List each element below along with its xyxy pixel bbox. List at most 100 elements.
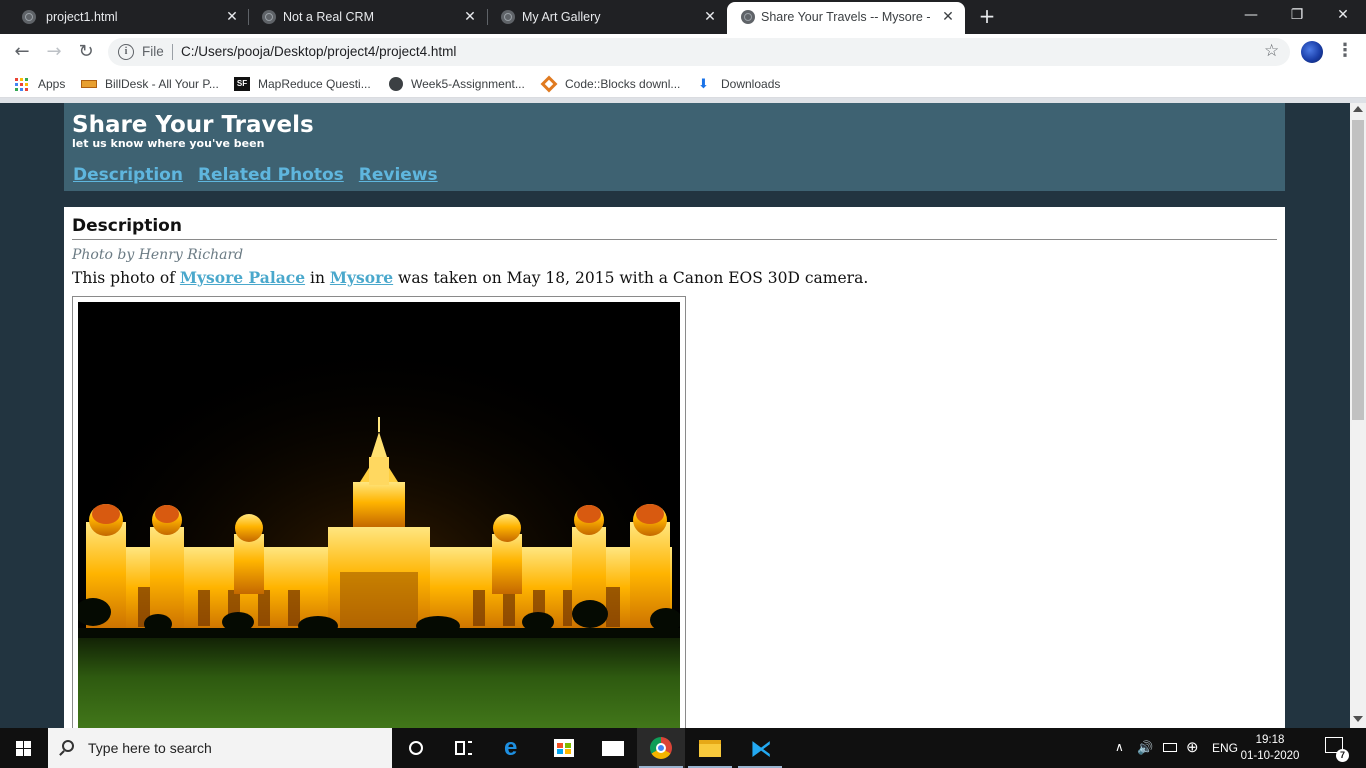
globe-icon [741,10,755,24]
bookmark-downloads[interactable]: ⬇ Downloads [698,76,780,92]
bookmark-apps[interactable]: Apps [15,76,65,92]
info-icon[interactable]: i [118,44,134,60]
tab-label: Share Your Travels -- Mysore - Cr [761,10,931,24]
tab-project1[interactable]: project1.html ✕ [8,0,248,34]
site-nav: Description Related Photos Reviews [73,165,438,185]
download-icon: ⬇ [698,76,709,91]
new-tab-button[interactable]: + [976,5,998,27]
bookmarks-bar: Apps BillDesk - All Your P... SF MapRedu… [0,70,1366,98]
vscode-app[interactable]: ⧔ [736,728,784,768]
menu-icon[interactable]: ⋮ [1336,40,1354,61]
maximize-button[interactable]: ❐ [1274,0,1320,30]
mail-app[interactable] [589,728,637,768]
tab-close-icon[interactable]: ✕ [462,8,478,24]
chrome-app[interactable] [637,728,685,768]
bookmark-star-icon[interactable]: ☆ [1264,41,1279,61]
minimize-button[interactable]: — [1228,0,1274,30]
url-text[interactable]: C:/Users/pooja/Desktop/project4/project4… [181,44,456,59]
nav-link-reviews[interactable]: Reviews [359,165,438,185]
store-icon [554,739,574,757]
edge-icon: e [504,734,518,761]
globe-icon [389,77,403,91]
cortana-icon [409,741,423,755]
section-heading: Description [72,215,1277,240]
tab-share-your-travels[interactable]: Share Your Travels -- Mysore - Cr ✕ [727,2,965,34]
bookmark-week5[interactable]: Week5-Assignment... [389,76,525,92]
bookmark-label: BillDesk - All Your P... [105,77,219,91]
folder-icon [699,740,721,757]
desc-text: This photo of [72,269,180,287]
main-content: Description Photo by Henry Richard This … [64,207,1285,728]
tab-art-gallery[interactable]: My Art Gallery ✕ [487,0,727,34]
globe-icon [262,10,276,24]
tab-label: project1.html [46,10,118,24]
tab-crm[interactable]: Not a Real CRM ✕ [248,0,488,34]
nav-link-description[interactable]: Description [73,165,183,185]
site-title: Share Your Travels [72,112,314,138]
browser-toolbar: ← → ↻ i File C:/Users/pooja/Desktop/proj… [0,34,1366,70]
bookmark-mapreduce[interactable]: SF MapReduce Questi... [234,76,371,92]
volume-icon[interactable]: 🔊 [1137,740,1153,756]
link-mysore[interactable]: Mysore [330,268,393,287]
search-icon [62,740,74,752]
page-scrollbar[interactable] [1350,103,1366,728]
vscode-icon: ⧔ [750,737,772,762]
scroll-thumb[interactable] [1352,120,1364,420]
taskbar-search[interactable]: Type here to search [48,728,392,768]
sf-icon: SF [234,77,250,91]
clock-date: 01-10-2020 [1240,750,1300,762]
site-tagline: let us know where you've been [72,137,265,150]
tab-close-icon[interactable]: ✕ [702,8,718,24]
photo-byline: Photo by Henry Richard [72,247,244,263]
desc-text: in [305,269,330,287]
chrome-icon [650,737,672,759]
tab-label: Not a Real CRM [283,10,374,24]
site-header: Share Your Travels let us know where you… [64,103,1285,191]
reload-icon[interactable]: ↻ [74,40,98,64]
task-view-button[interactable] [440,728,488,768]
bookmark-label: MapReduce Questi... [258,77,371,91]
bookmark-label: Apps [38,77,66,91]
windows-taskbar: Type here to search e ⧔ ∧ 🔊 ⊕ ENG 19:18 [0,728,1366,768]
store-app[interactable] [540,728,588,768]
forward-icon[interactable]: → [42,40,66,64]
file-explorer-app[interactable] [686,728,734,768]
desc-text: was taken on May 18, 2015 with a Canon E… [393,269,869,287]
tab-close-icon[interactable]: ✕ [224,8,240,24]
clock-time: 19:18 [1255,734,1285,746]
close-window-button[interactable]: ✕ [1320,0,1366,30]
link-mysore-palace[interactable]: Mysore Palace [180,268,305,287]
apps-grid-icon [15,77,28,91]
notification-count-badge: 7 [1336,749,1349,762]
bookmark-billdesk[interactable]: BillDesk - All Your P... [81,76,219,92]
battery-icon[interactable] [1163,743,1177,752]
palace-illustration [78,302,680,728]
tray-chevron-icon[interactable]: ∧ [1115,740,1124,754]
task-view-icon-lines [468,741,472,755]
address-bar[interactable]: i File C:/Users/pooja/Desktop/project4/p… [108,38,1290,66]
scheme-label: File [142,44,164,59]
tab-close-icon[interactable]: ✕ [940,8,956,24]
scroll-up-arrow-icon[interactable] [1353,106,1363,112]
tab-label: My Art Gallery [522,10,601,24]
start-button[interactable] [0,728,48,768]
profile-avatar[interactable] [1301,41,1323,63]
windows-logo-icon [16,741,32,756]
back-icon[interactable]: ← [10,40,34,64]
photo-description: This photo of Mysore Palace in Mysore wa… [72,268,1277,287]
language-indicator[interactable]: ENG [1212,741,1238,755]
tab-strip: project1.html ✕ Not a Real CRM ✕ My Art … [0,0,1366,34]
mail-icon [602,741,624,756]
photo-frame [72,296,686,728]
bookmark-label: Downloads [721,77,781,91]
search-placeholder: Type here to search [88,740,212,756]
system-clock[interactable]: 19:18 01-10-2020 [1240,732,1300,764]
omnibox-divider [172,44,173,60]
bookmark-codeblocks[interactable]: Code::Blocks downl... [540,75,680,93]
scroll-down-arrow-icon[interactable] [1353,716,1363,722]
cortana-button[interactable] [392,728,440,768]
mysore-palace-photo [78,302,680,728]
edge-app[interactable]: e [490,728,538,768]
nav-link-related-photos[interactable]: Related Photos [198,165,344,185]
network-globe-icon[interactable]: ⊕ [1186,738,1199,756]
